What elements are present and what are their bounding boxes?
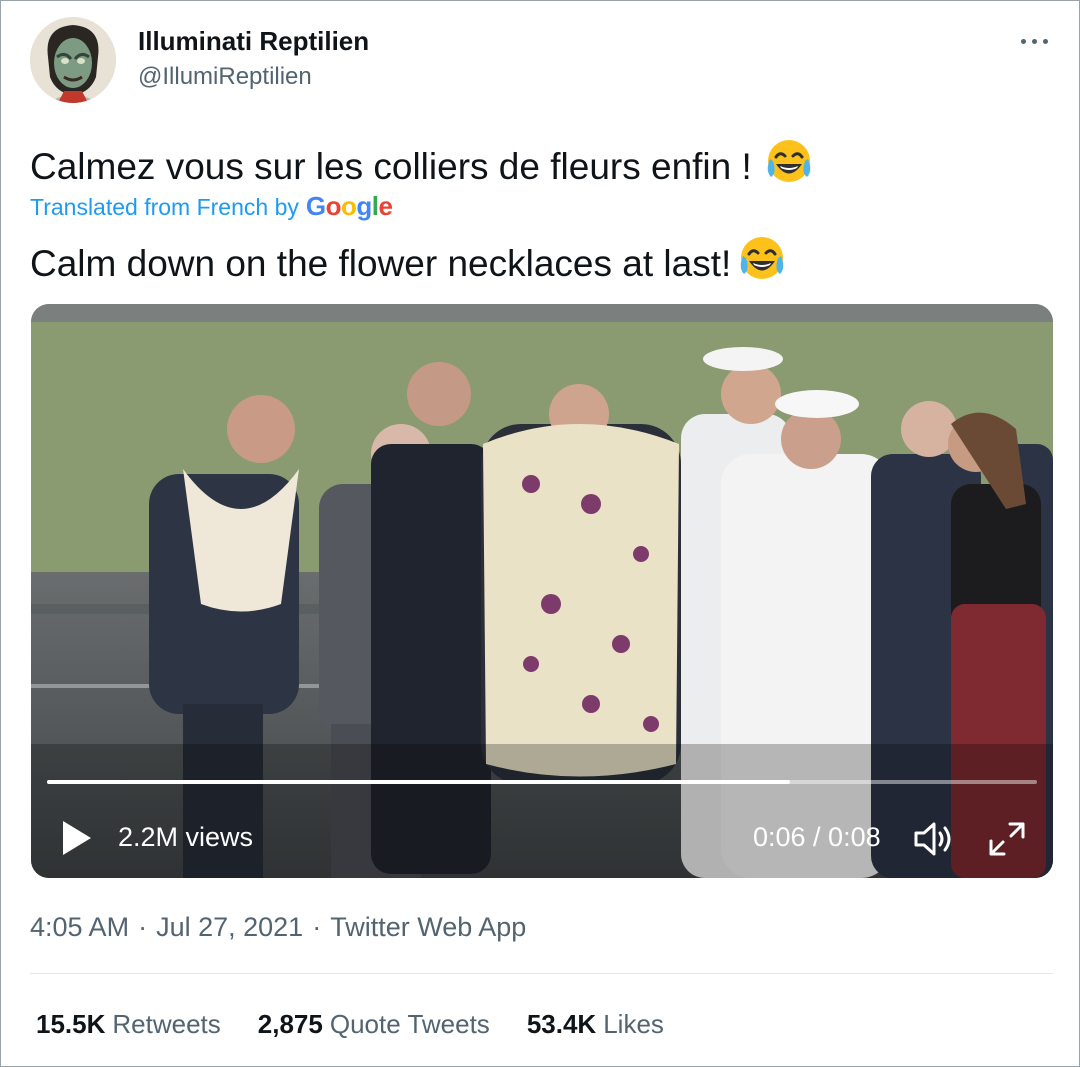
translation-text-content: Calm down on the flower necklaces at las… [30, 242, 732, 284]
fullscreen-icon [989, 822, 1025, 856]
video-progress-bar[interactable] [47, 780, 1037, 784]
fullscreen-button[interactable] [984, 818, 1030, 860]
tweet-text-content: Calmez vous sur les colliers de fleurs e… [30, 145, 752, 187]
tweet-date[interactable]: Jul 27, 2021 [156, 912, 303, 942]
tears-of-joy-emoji [764, 137, 814, 196]
display-name[interactable]: Illuminati Reptilien [138, 26, 369, 57]
play-button[interactable] [59, 818, 95, 858]
google-letter: e [378, 191, 393, 221]
user-handle[interactable]: @IllumiReptilien [138, 63, 312, 91]
tweet-time[interactable]: 4:05 AM [30, 912, 129, 942]
likes-stat[interactable]: 53.4K Likes [527, 1009, 664, 1040]
avatar[interactable] [30, 17, 116, 103]
engagement-stats: 15.5K Retweets 2,875 Quote Tweets 53.4K Lik… [36, 1009, 701, 1040]
translated-label: Translated from French by [30, 194, 299, 220]
quote-tweets-stat[interactable]: 2,875 Quote Tweets [258, 1009, 490, 1040]
retweets-label: Retweets [112, 1009, 221, 1039]
google-letter: o [340, 191, 357, 221]
tears-of-joy-emoji [737, 234, 787, 293]
tweet-source[interactable]: Twitter Web App [330, 912, 526, 942]
quote-tweets-label: Quote Tweets [329, 1009, 490, 1039]
google-logo: Google [306, 191, 393, 222]
more-dot [1032, 39, 1037, 44]
translation-text: Calm down on the flower necklaces at las… [30, 234, 787, 293]
more-options-button[interactable] [1013, 23, 1057, 59]
separator: · [312, 912, 322, 942]
google-letter: g [356, 191, 372, 221]
translated-from-french-link[interactable]: Translated from French by Google [30, 191, 393, 222]
google-letter: l [371, 191, 379, 221]
view-count: 2.2M views [118, 822, 254, 852]
quote-tweets-count: 2,875 [257, 1009, 323, 1039]
video-time: 0:06 / 0:08 [753, 822, 881, 852]
video-frame [31, 304, 1053, 878]
separator: · [138, 912, 148, 942]
avatar-image [30, 17, 116, 103]
tweet-metadata: 4:05 AM · Jul 27, 2021 · Twitter Web App [30, 912, 526, 943]
google-letter: o [325, 191, 342, 221]
play-icon [63, 821, 91, 855]
volume-button[interactable] [911, 818, 959, 860]
retweets-count: 15.5K [36, 1009, 106, 1039]
likes-label: Likes [603, 1009, 664, 1039]
more-dot [1043, 39, 1048, 44]
tweet-card: Illuminati Reptilien @IllumiReptilien Ca… [0, 0, 1080, 1067]
tweet-text: Calmez vous sur les colliers de fleurs e… [30, 137, 814, 196]
google-letter: G [305, 191, 326, 221]
video-progress-fill [47, 780, 790, 784]
divider [30, 973, 1053, 974]
likes-count: 53.4K [526, 1009, 597, 1039]
volume-icon [914, 822, 951, 856]
video-player[interactable]: 2.2M views 0:06 / 0:08 [31, 304, 1053, 878]
more-horizontal-icon [1021, 39, 1026, 44]
retweets-stat[interactable]: 15.5K Retweets [36, 1009, 221, 1040]
